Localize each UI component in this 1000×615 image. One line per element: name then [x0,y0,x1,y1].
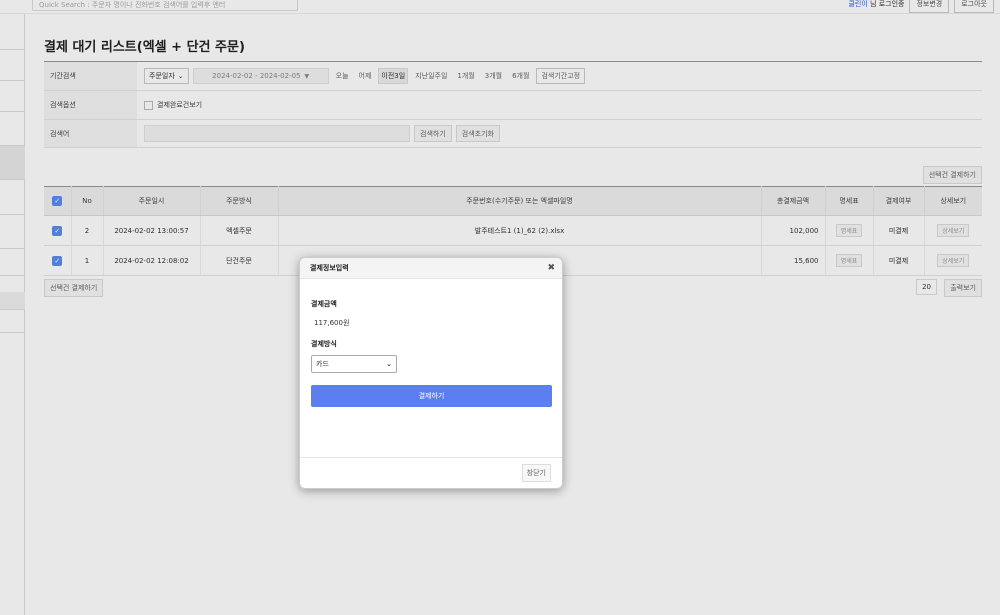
payment-method-select[interactable]: 카드 ⌄ [311,355,397,373]
modal-title: 결제정보입력 [310,264,349,272]
modal-footer: 창닫기 [300,457,562,488]
chevron-down-icon: ⌄ [386,360,392,368]
close-window-button[interactable]: 창닫기 [521,464,551,482]
close-icon[interactable]: ✖ [547,263,555,273]
modal-header: 결제정보입력 ✖ [300,258,562,279]
method-label: 결제방식 [311,340,337,348]
amount-label: 결제금액 [311,300,337,308]
payment-modal: 결제정보입력 ✖ 결제금액 117,600원 결제방식 카드 ⌄ 결제하기 창닫… [299,257,563,489]
amount-value: 117,600원 [314,319,350,327]
payment-method-value: 카드 [316,360,329,368]
pay-button[interactable]: 결제하기 [311,385,552,407]
